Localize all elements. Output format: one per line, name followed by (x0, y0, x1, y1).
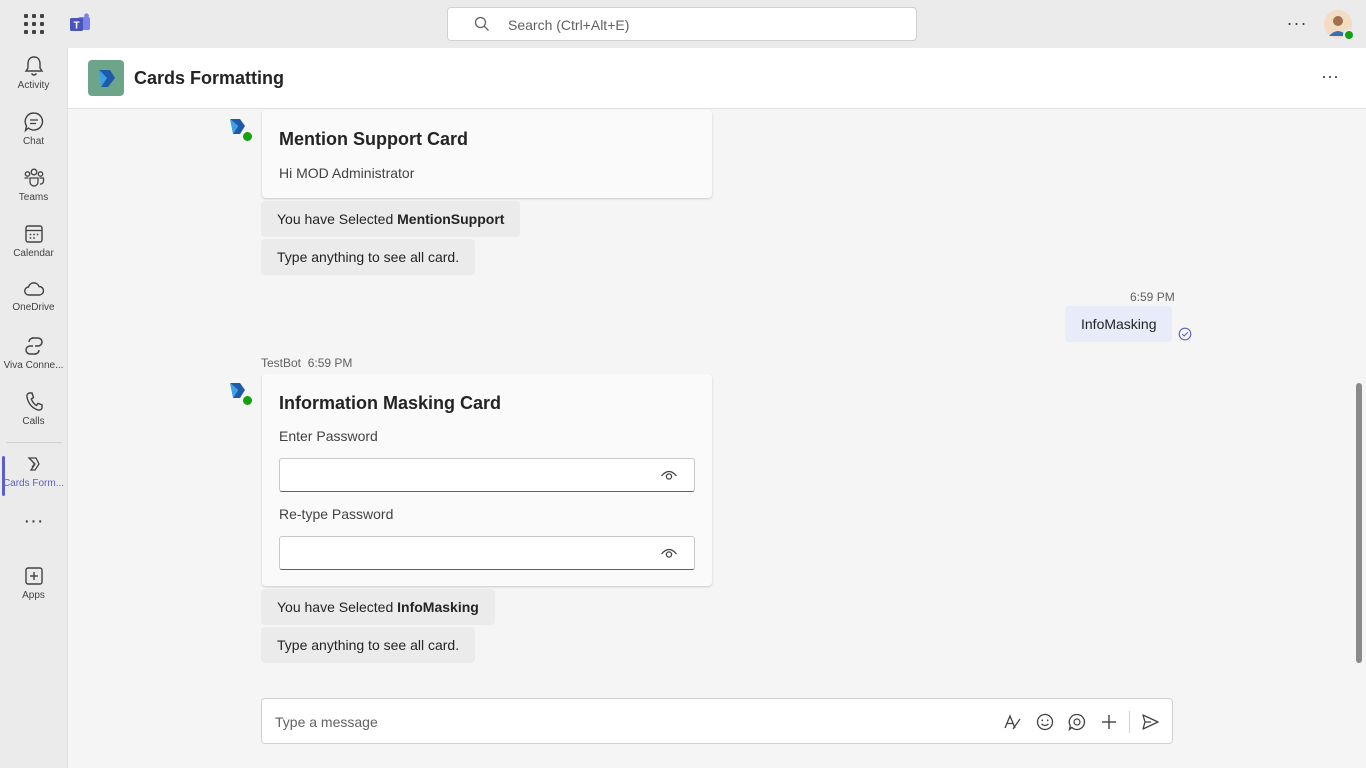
chat-header: Cards Formatting ··· (68, 48, 1366, 109)
cloud-icon (23, 282, 44, 296)
viva-connections-icon (24, 337, 43, 355)
search-icon (474, 16, 489, 31)
message-text: Type anything to see all card. (277, 249, 460, 265)
card-title: Mention Support Card (279, 129, 468, 149)
send-icon[interactable] (1140, 712, 1160, 732)
presence-available-icon (1343, 29, 1355, 41)
rail-label: Apps (22, 590, 45, 601)
show-password-eye-icon[interactable] (660, 468, 678, 482)
page-title: Cards Formatting (134, 68, 285, 88)
format-icon[interactable] (1002, 712, 1022, 732)
rail-label: Teams (18, 192, 49, 203)
bot-message-hint: Type anything to see all card. (261, 627, 476, 663)
header-more-button[interactable]: ··· (1316, 66, 1344, 90)
compose-box[interactable]: Type a message (261, 698, 1173, 744)
teams-logo-icon: T (70, 13, 90, 32)
rail-item-viva-connections[interactable]: Viva Conne... (0, 334, 67, 388)
compose-divider (1129, 711, 1130, 733)
rail-label: Activity (17, 80, 50, 91)
bot-avatar (228, 117, 254, 143)
more-horizontal-icon: ··· (23, 510, 44, 532)
retype-password-label: Re-type Password (279, 506, 394, 522)
cards-formatting-app-icon (26, 457, 40, 471)
rail-label: Viva Conne... (3, 360, 64, 371)
rail-item-chat[interactable]: Chat (0, 110, 67, 164)
rail-label: Calls (22, 416, 45, 427)
more-apps-button[interactable]: ··· (0, 511, 67, 540)
password-label: Enter Password (279, 428, 378, 444)
bell-icon (24, 56, 43, 76)
bot-timestamp: 6:59 PM (307, 356, 353, 370)
emoji-icon[interactable] (1035, 712, 1055, 732)
rail-label: Cards Form... (2, 478, 65, 489)
search-placeholder: Search (Ctrl+Alt+E) (508, 17, 630, 33)
message-text: You have Selected (277, 599, 398, 615)
card-text: Hi MOD Administrator (279, 165, 415, 181)
card-title: Information Masking Card (279, 393, 502, 413)
rail-item-activity[interactable]: Activity (0, 54, 67, 108)
retype-password-input[interactable] (279, 536, 695, 570)
message-text: Type anything to see all card. (277, 637, 460, 653)
top-bar: T Search (Ctrl+Alt+E) ··· (0, 0, 1366, 48)
my-message-timestamp: 6:59 PM (1130, 290, 1175, 304)
bot-message-meta: TestBot 6:59 PM (261, 356, 352, 370)
left-rail: Activity Chat Teams Calendar OneDrive Vi… (0, 48, 68, 768)
loop-component-icon[interactable] (1067, 712, 1087, 732)
svg-text:T: T (73, 21, 79, 32)
add-icon[interactable] (1099, 712, 1119, 732)
bot-avatar (228, 381, 254, 407)
message-input-placeholder: Type a message (275, 714, 378, 730)
rail-divider (6, 442, 62, 443)
phone-icon (25, 392, 43, 411)
bot-app-icon (99, 70, 115, 87)
rail-label: Calendar (13, 248, 54, 259)
rail-label: OneDrive (12, 302, 55, 313)
password-input[interactable] (279, 458, 695, 492)
teams-icon (24, 168, 44, 187)
rail-item-cards-formatting[interactable]: Cards Form... (0, 452, 67, 506)
information-masking-card: Information Masking Card Enter Password … (262, 374, 712, 586)
presence-available-icon (242, 131, 253, 142)
my-message[interactable]: InfoMasking (1065, 306, 1173, 342)
message-bold-text: MentionSupport (397, 211, 505, 227)
rail-item-onedrive[interactable]: OneDrive (0, 278, 67, 332)
rail-item-calendar[interactable]: Calendar (0, 222, 67, 276)
settings-more-button[interactable]: ··· (1284, 12, 1310, 36)
message-text: You have Selected (277, 211, 398, 227)
chat-thread: Mention Support Card Hi MOD Administrato… (68, 109, 1366, 768)
seen-check-icon (1178, 327, 1192, 341)
bot-message-selected: You have Selected InfoMasking (261, 589, 495, 625)
user-avatar[interactable] (1324, 10, 1355, 41)
bot-message-hint: Type anything to see all card. (261, 239, 476, 275)
rail-label: Chat (22, 136, 45, 147)
message-bold-text: InfoMasking (397, 599, 479, 615)
presence-available-icon (242, 395, 253, 406)
bot-name: TestBot (261, 356, 302, 370)
rail-item-calls[interactable]: Calls (0, 390, 67, 444)
app-tile (88, 60, 124, 96)
rail-item-teams[interactable]: Teams (0, 166, 67, 220)
mention-support-card: Mention Support Card Hi MOD Administrato… (262, 110, 712, 198)
message-text: InfoMasking (1081, 316, 1157, 332)
chat-icon (23, 112, 43, 133)
calendar-icon (24, 225, 43, 243)
bot-message-selected: You have Selected MentionSupport (261, 201, 521, 237)
search-box[interactable]: Search (Ctrl+Alt+E) (447, 7, 917, 41)
app-launcher-icon[interactable] (22, 12, 46, 36)
rail-item-apps[interactable]: Apps (0, 564, 67, 618)
show-password-eye-icon[interactable] (660, 546, 678, 560)
add-app-icon (24, 567, 43, 585)
chat-scrollbar[interactable] (1356, 383, 1362, 663)
